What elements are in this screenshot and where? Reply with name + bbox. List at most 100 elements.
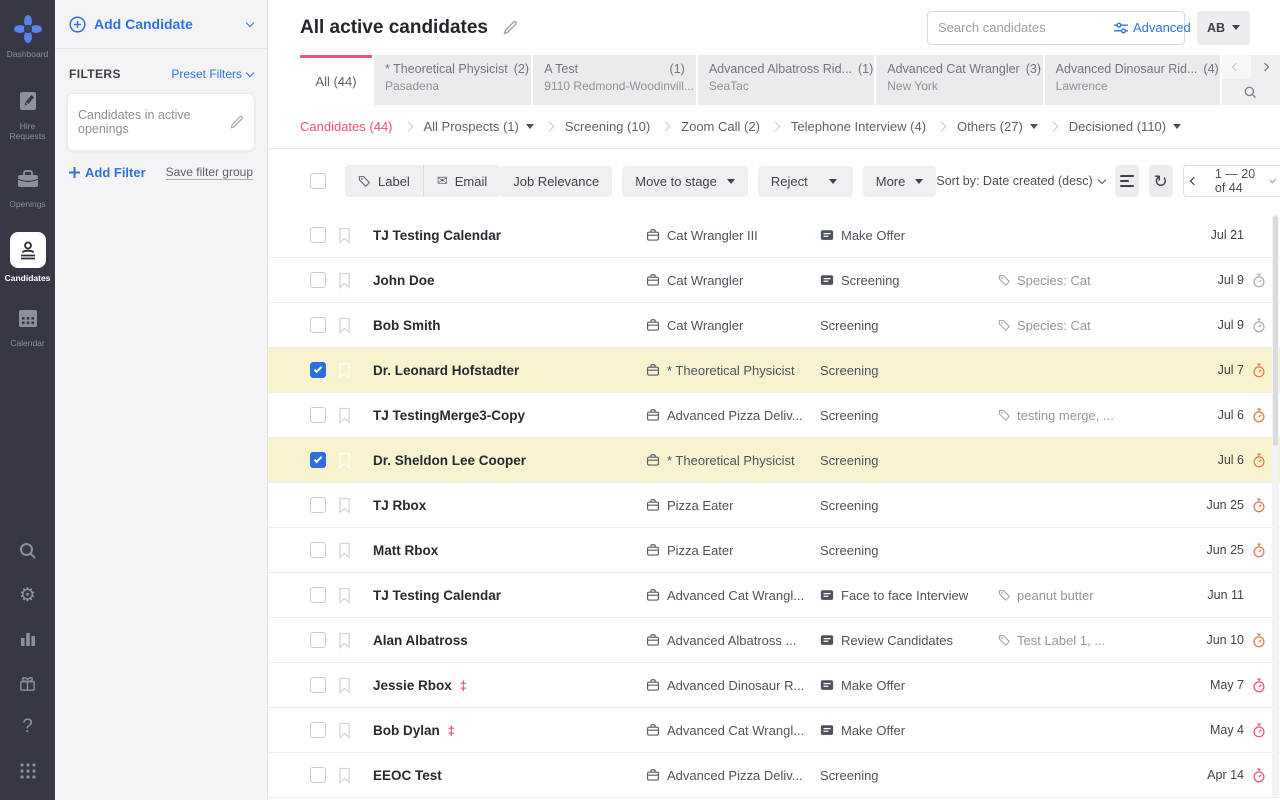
job-tab[interactable]: Advanced Albatross Rid... (1) SeaTac bbox=[697, 55, 875, 105]
bookmark-icon[interactable] bbox=[338, 722, 351, 739]
sort-by-control[interactable]: Sort by: Date created (desc) bbox=[936, 174, 1106, 188]
row-checkbox[interactable] bbox=[310, 407, 326, 423]
table-row[interactable]: Matt Rbox Pizza Eater Screening Jun 25 bbox=[268, 528, 1280, 573]
row-checkbox[interactable] bbox=[310, 272, 326, 288]
advanced-search-button[interactable]: Advanced bbox=[1113, 20, 1191, 35]
label-button[interactable]: Label bbox=[345, 165, 424, 197]
user-menu-button[interactable]: AB bbox=[1196, 10, 1250, 45]
candidate-name[interactable]: Dr. Leonard Hofstadter bbox=[373, 363, 519, 378]
bookmark-icon[interactable] bbox=[338, 767, 351, 784]
sidebar-item-openings[interactable]: Openings bbox=[0, 164, 55, 210]
sidebar-item-candidates[interactable]: Candidates bbox=[0, 231, 55, 284]
bookmark-icon[interactable] bbox=[338, 542, 351, 559]
tabs-search-button[interactable] bbox=[1222, 79, 1280, 105]
apps-grid-icon[interactable] bbox=[13, 754, 43, 788]
job-tab[interactable]: * Theoretical Physicist (2) Pasadena bbox=[374, 55, 532, 105]
email-button[interactable]: ✉ Email bbox=[423, 165, 501, 197]
refresh-button[interactable]: ↻ bbox=[1148, 165, 1173, 197]
prev-page-button[interactable] bbox=[1184, 166, 1205, 196]
row-checkbox[interactable] bbox=[310, 452, 326, 468]
candidate-name[interactable]: Alan Albatross bbox=[373, 633, 468, 648]
row-checkbox[interactable] bbox=[310, 497, 326, 513]
candidate-name[interactable]: Matt Rbox bbox=[373, 543, 438, 558]
stage-item[interactable]: Zoom Call (2) bbox=[681, 119, 760, 134]
bookmark-icon[interactable] bbox=[338, 497, 351, 514]
move-to-stage-button[interactable]: Move to stage bbox=[622, 165, 748, 197]
gift-icon[interactable] bbox=[13, 666, 43, 700]
job-tab-active[interactable]: All (44) bbox=[300, 55, 372, 105]
candidate-name[interactable]: EEOC Test bbox=[373, 768, 442, 783]
candidate-name[interactable]: Bob Dylan bbox=[373, 723, 440, 738]
bookmark-icon[interactable] bbox=[338, 407, 351, 424]
table-row[interactable]: Dr. Leonard Hofstadter * Theoretical Phy… bbox=[268, 348, 1280, 393]
candidate-name[interactable]: TJ Testing Calendar bbox=[373, 228, 501, 243]
table-row[interactable]: Alan Albatross Advanced Albatross ... Re… bbox=[268, 618, 1280, 663]
stage-item[interactable]: Candidates (44) bbox=[300, 119, 393, 134]
job-tab[interactable]: Advanced Cat Wrangler (3) New York bbox=[876, 55, 1043, 105]
table-row[interactable]: EEOC Test Advanced Pizza Deliv... Screen… bbox=[268, 753, 1280, 798]
help-icon[interactable]: ? bbox=[13, 710, 43, 744]
preset-filters-button[interactable]: Preset Filters bbox=[171, 67, 255, 81]
sidebar-item-dashboard[interactable]: Dashboard bbox=[0, 14, 55, 60]
sidebar-item-hire-requests[interactable]: Hire Requests bbox=[0, 86, 55, 142]
table-row[interactable]: Bob Dylan ‡ Advanced Cat Wrangl... Make … bbox=[268, 708, 1280, 753]
active-filter-card[interactable]: Candidates in active openings bbox=[67, 93, 255, 151]
candidate-name[interactable]: Dr. Sheldon Lee Cooper bbox=[373, 453, 526, 468]
bookmark-icon[interactable] bbox=[338, 632, 351, 649]
job-tab[interactable]: A Test (1) 9110 Redmond-Woodinvill... bbox=[533, 55, 696, 105]
bookmark-icon[interactable] bbox=[338, 227, 351, 244]
stage-item[interactable]: Screening (10) bbox=[565, 119, 650, 134]
stage-item[interactable]: Others (27) bbox=[957, 119, 1038, 134]
row-checkbox[interactable] bbox=[310, 767, 326, 783]
table-row[interactable]: TJ TestingMerge3-Copy Advanced Pizza Del… bbox=[268, 393, 1280, 438]
job-tab[interactable]: Advanced Dinosaur Rid... (4) Lawrence bbox=[1044, 55, 1220, 105]
row-checkbox[interactable] bbox=[310, 227, 326, 243]
scrollbar[interactable] bbox=[1272, 214, 1279, 798]
job-relevance-button[interactable]: Job Relevance bbox=[500, 165, 613, 197]
tabs-scroll-left-button[interactable] bbox=[1221, 55, 1251, 79]
candidate-name[interactable]: TJ Rbox bbox=[373, 498, 426, 513]
save-filter-group-link[interactable]: Save filter group bbox=[165, 165, 253, 180]
row-checkbox[interactable] bbox=[310, 317, 326, 333]
more-button[interactable]: More bbox=[862, 165, 937, 197]
page-range-selector[interactable]: 1 — 20 of 44 bbox=[1205, 167, 1280, 195]
reject-button[interactable]: Reject bbox=[757, 165, 853, 197]
table-row[interactable]: John Doe Cat Wrangler Screening Species:… bbox=[268, 258, 1280, 303]
select-all-checkbox[interactable] bbox=[310, 173, 326, 189]
row-checkbox[interactable] bbox=[310, 587, 326, 603]
table-row[interactable]: TJ Testing Calendar Advanced Cat Wrangl.… bbox=[268, 573, 1280, 618]
stage-item[interactable]: Decisioned (110) bbox=[1069, 119, 1182, 134]
list-density-button[interactable] bbox=[1114, 165, 1139, 197]
edit-title-pencil-icon[interactable] bbox=[502, 20, 518, 36]
reports-chart-icon[interactable] bbox=[13, 622, 43, 656]
candidate-name[interactable]: TJ TestingMerge3-Copy bbox=[373, 408, 525, 423]
stage-item[interactable]: All Prospects (1) bbox=[424, 119, 534, 134]
row-checkbox[interactable] bbox=[310, 542, 326, 558]
sidebar-item-calendar[interactable]: Calendar bbox=[0, 303, 55, 349]
candidate-name[interactable]: John Doe bbox=[373, 273, 435, 288]
stage-item[interactable]: Telephone Interview (4) bbox=[791, 119, 926, 134]
candidate-name[interactable]: Jessie Rbox bbox=[373, 678, 452, 693]
bookmark-icon[interactable] bbox=[338, 452, 351, 469]
bookmark-icon[interactable] bbox=[338, 362, 351, 379]
settings-gear-icon[interactable]: ⚙ bbox=[13, 578, 43, 612]
bookmark-icon[interactable] bbox=[338, 272, 351, 289]
candidate-name[interactable]: TJ Testing Calendar bbox=[373, 588, 501, 603]
row-checkbox[interactable] bbox=[310, 362, 326, 378]
tabs-scroll-right-button[interactable] bbox=[1251, 55, 1280, 79]
table-row[interactable]: Bob Smith Cat Wrangler Screening Species… bbox=[268, 303, 1280, 348]
scrollbar-thumb[interactable] bbox=[1273, 216, 1278, 446]
table-row[interactable]: Dr. Sheldon Lee Cooper * Theoretical Phy… bbox=[268, 438, 1280, 483]
row-checkbox[interactable] bbox=[310, 722, 326, 738]
search-input[interactable] bbox=[937, 20, 1114, 35]
bookmark-icon[interactable] bbox=[338, 587, 351, 604]
row-checkbox[interactable] bbox=[310, 632, 326, 648]
add-filter-button[interactable]: Add Filter bbox=[69, 165, 146, 180]
candidate-name[interactable]: Bob Smith bbox=[373, 318, 441, 333]
bookmark-icon[interactable] bbox=[338, 317, 351, 334]
candidate-search-box[interactable]: Advanced bbox=[926, 10, 1191, 45]
bookmark-icon[interactable] bbox=[338, 677, 351, 694]
table-row[interactable]: TJ Testing Calendar Cat Wrangler III Mak… bbox=[268, 213, 1280, 258]
table-row[interactable]: TJ Rbox Pizza Eater Screening Jun 25 bbox=[268, 483, 1280, 528]
add-candidate-button[interactable]: Add Candidate bbox=[55, 0, 267, 49]
